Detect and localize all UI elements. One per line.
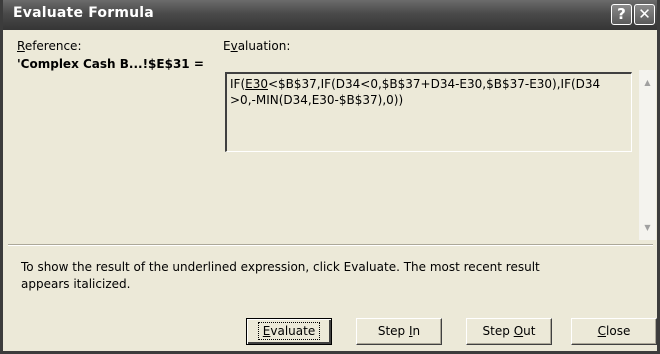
evaluation-label: Evaluation: — [223, 39, 291, 53]
step-in-button[interactable]: Step In — [356, 318, 442, 345]
evaluation-scrollbar[interactable]: ▲ ▼ — [639, 70, 656, 240]
evaluate-button[interactable]: Evaluate — [246, 318, 332, 345]
reference-value: 'Complex Cash B...!$E$31 = — [17, 57, 204, 71]
divider — [8, 244, 653, 246]
evaluation-line-2: >0,-MIN(D34,E30-$B$37),0)) — [230, 93, 404, 107]
evaluate-formula-dialog: Evaluate Formula ? ✕ Reference: Evaluati… — [0, 0, 660, 354]
scroll-up-arrow-icon[interactable]: ▲ — [639, 74, 656, 91]
dialog-title: Evaluate Formula — [13, 5, 154, 21]
underlined-expression: E30 — [245, 77, 268, 91]
step-out-button[interactable]: Step Out — [466, 318, 552, 345]
instruction-text: To show the result of the underlined exp… — [21, 260, 540, 291]
scroll-down-arrow-icon[interactable]: ▼ — [639, 219, 656, 236]
title-bar[interactable]: Evaluate Formula ? ✕ — [3, 0, 657, 30]
evaluation-box[interactable]: IF(E30<$B$37,IF(D34<0,$B$37+D34-E30,$B$3… — [225, 72, 632, 152]
reference-label: Reference: — [17, 39, 82, 53]
close-window-button[interactable]: ✕ — [634, 4, 655, 25]
help-button[interactable]: ? — [611, 4, 632, 25]
evaluation-line-1: IF(E30<$B$37,IF(D34<0,$B$37+D34-E30,$B$3… — [230, 77, 601, 91]
close-button[interactable]: Close — [571, 318, 657, 345]
